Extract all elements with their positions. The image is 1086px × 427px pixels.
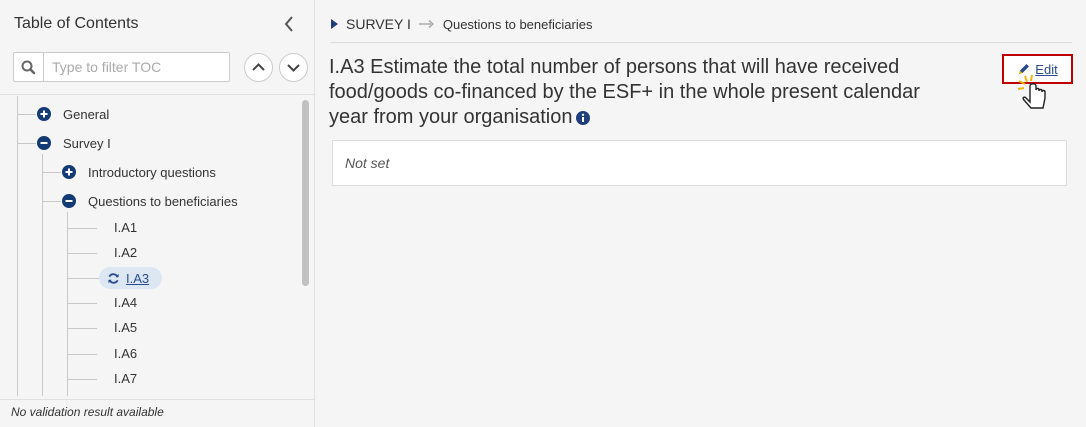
divider <box>0 399 315 400</box>
refresh-icon <box>108 272 119 284</box>
chevron-left-icon <box>284 16 293 32</box>
plus-circle-icon <box>62 165 76 179</box>
minus-circle-icon <box>62 194 76 208</box>
tree-leaf-ia3-active[interactable]: I.A3 <box>99 267 162 289</box>
tree-node-label: General <box>63 106 110 122</box>
chevron-down-icon <box>287 64 300 72</box>
search-icon <box>21 60 36 75</box>
tree-leaf-label: I.A3 <box>126 270 150 286</box>
tree-connector <box>67 303 97 304</box>
arrow-right-icon <box>418 19 434 29</box>
tree-node-label: Introductory questions <box>88 164 216 180</box>
divider <box>0 94 315 95</box>
tree-node-beneficiaries[interactable]: Questions to beneficiaries <box>62 191 238 211</box>
main-content: SURVEY I Questions to beneficiaries I.A3… <box>316 0 1086 427</box>
breadcrumb: SURVEY I Questions to beneficiaries <box>330 16 592 32</box>
hand-cursor-icon <box>1017 74 1046 109</box>
tree-leaf-ia5[interactable]: I.A5 <box>114 318 137 338</box>
divider <box>330 42 1072 43</box>
tree-leaf-ia4[interactable]: I.A4 <box>114 293 137 313</box>
tree-connector <box>67 379 97 380</box>
validation-status: No validation result available <box>11 405 164 419</box>
minus-circle-icon <box>37 136 51 150</box>
tree-connector <box>67 354 97 355</box>
chevron-up-icon <box>252 63 265 71</box>
next-button[interactable] <box>279 53 308 82</box>
info-icon[interactable] <box>576 110 591 125</box>
breadcrumb-current: Questions to beneficiaries <box>442 16 593 32</box>
tree-connector <box>17 96 18 396</box>
tree-connector <box>67 328 97 329</box>
tree-connector <box>42 201 61 202</box>
answer-value: Not set <box>345 155 390 171</box>
question-title-text: I.A3 Estimate the total number of person… <box>329 56 920 128</box>
chevron-right-icon <box>331 19 338 29</box>
tree-node-general[interactable]: General <box>37 104 109 124</box>
tree-node-survey[interactable]: Survey I <box>37 133 111 153</box>
toc-title: Table of Contents <box>14 15 139 32</box>
breadcrumb-section[interactable]: SURVEY I <box>346 16 411 32</box>
question-title: I.A3 Estimate the total number of person… <box>329 55 959 130</box>
toc-tree: General Survey I Introductory questions … <box>0 96 302 396</box>
tree-leaf-ia7[interactable]: I.A7 <box>114 369 137 389</box>
tree-connector <box>67 278 99 279</box>
tree-connector <box>67 228 97 229</box>
toc-scrollbar[interactable] <box>302 100 309 286</box>
toc-sidebar: Table of Contents Type to filter TOC Gen… <box>0 0 315 427</box>
answer-value-box: Not set <box>332 140 1067 186</box>
tree-connector <box>42 172 61 173</box>
tree-connector <box>42 154 43 396</box>
tree-connector <box>17 143 36 144</box>
previous-button[interactable] <box>244 53 273 82</box>
tree-leaf-ia1[interactable]: I.A1 <box>114 218 137 238</box>
tree-connector <box>67 212 68 396</box>
search-button[interactable] <box>13 52 43 82</box>
tree-node-introductory[interactable]: Introductory questions <box>62 162 216 182</box>
plus-circle-icon <box>37 107 51 121</box>
tree-node-label: Questions to beneficiaries <box>88 193 238 209</box>
tree-leaf-ia2[interactable]: I.A2 <box>114 243 137 263</box>
tree-node-label: Survey I <box>63 135 111 151</box>
toc-filter-input[interactable] <box>43 52 230 82</box>
tree-connector <box>17 114 36 115</box>
tree-leaf-ia6[interactable]: I.A6 <box>114 344 137 364</box>
toc-header: Table of Contents <box>14 14 304 36</box>
tree-connector <box>67 253 97 254</box>
collapse-toc-button[interactable] <box>280 14 298 34</box>
